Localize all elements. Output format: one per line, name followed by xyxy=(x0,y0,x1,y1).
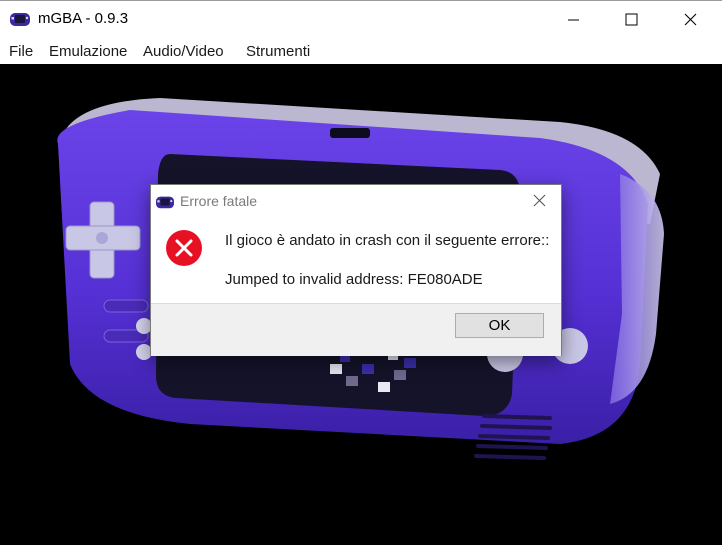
menu-file[interactable]: File xyxy=(9,43,33,60)
dialog-titlebar[interactable]: Errore fatale xyxy=(151,185,561,217)
error-message: Il gioco è andato in crash con il seguen… xyxy=(225,232,550,249)
fatal-error-dialog: Errore fatale Il gioco è andato in crash… xyxy=(150,184,562,356)
menu-bar: File Emulazione Audio/Video Strumenti xyxy=(0,38,722,64)
dialog-footer: OK xyxy=(151,303,561,356)
gba-handheld-icon xyxy=(156,196,174,209)
maximize-icon[interactable] xyxy=(608,1,654,39)
menu-audio-video[interactable]: Audio/Video xyxy=(143,43,224,60)
menu-emulazione[interactable]: Emulazione xyxy=(49,43,127,60)
minimize-icon[interactable] xyxy=(551,1,597,39)
error-detail: Jumped to invalid address: FE080ADE xyxy=(225,271,483,288)
window-titlebar[interactable]: mGBA - 0.9.3 xyxy=(0,0,722,39)
ok-button[interactable]: OK xyxy=(455,313,544,338)
error-x-icon xyxy=(166,230,202,266)
menu-strumenti[interactable]: Strumenti xyxy=(246,43,310,60)
gba-handheld-icon xyxy=(10,13,30,26)
dialog-title: Errore fatale xyxy=(180,193,258,209)
close-icon[interactable] xyxy=(523,187,557,215)
window-title: mGBA - 0.9.3 xyxy=(38,10,129,27)
close-icon[interactable] xyxy=(667,1,713,39)
